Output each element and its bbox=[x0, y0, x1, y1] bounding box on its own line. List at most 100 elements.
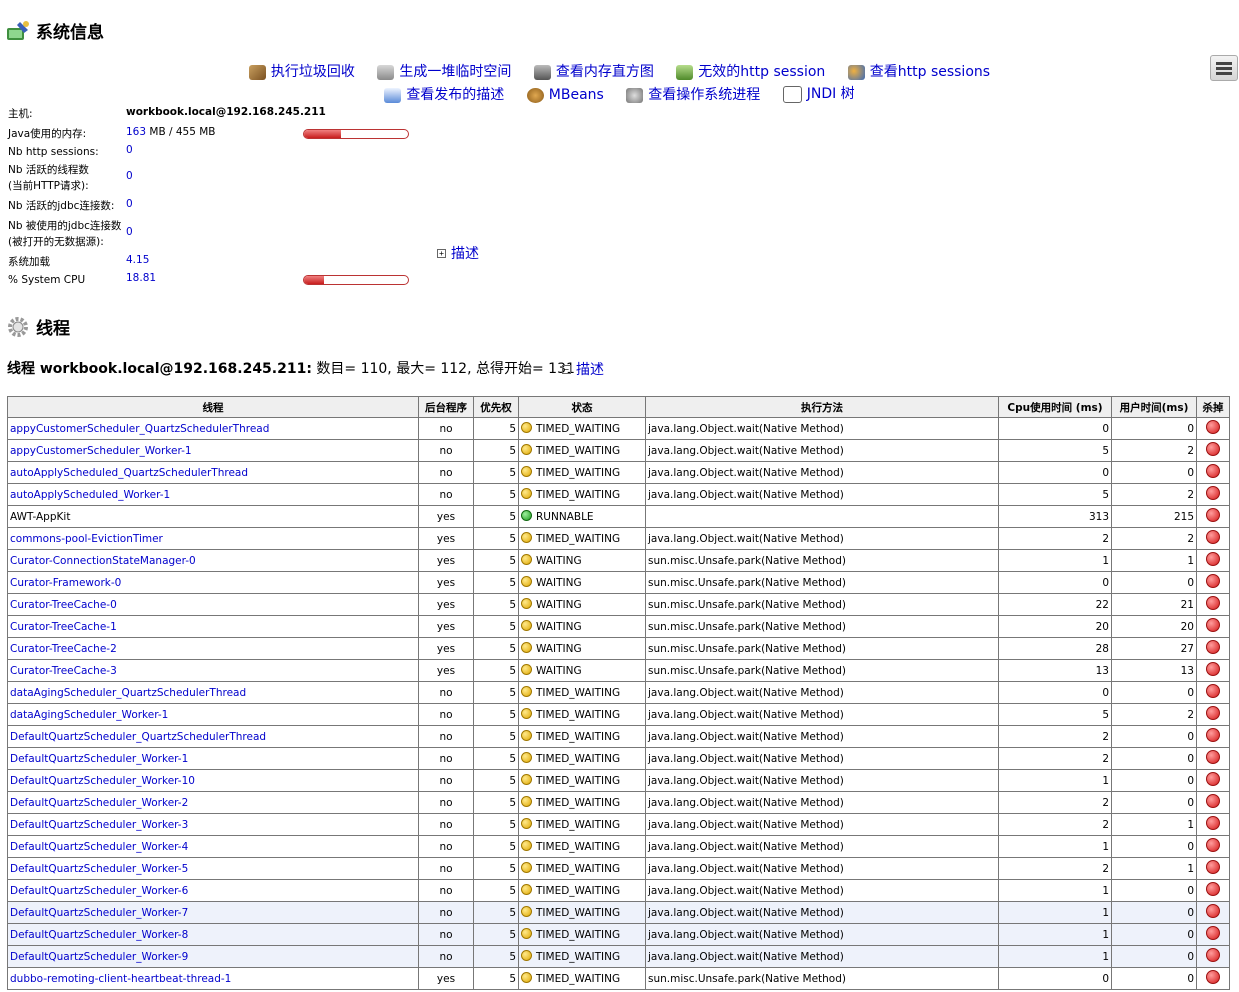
os-processes-link[interactable]: 查看操作系统进程 bbox=[626, 84, 760, 106]
thread-name[interactable]: appyCustomerScheduler_QuartzSchedulerThr… bbox=[10, 423, 269, 435]
threads-describe-toggle[interactable]: − 描述 bbox=[562, 359, 604, 379]
active-threads-value[interactable]: 0 bbox=[126, 170, 133, 182]
kill-thread-icon[interactable] bbox=[1206, 816, 1220, 830]
col-state[interactable]: 状态 bbox=[518, 396, 646, 418]
kill-cell bbox=[1196, 527, 1230, 550]
thread-name[interactable]: DefaultQuartzScheduler_Worker-3 bbox=[10, 819, 188, 831]
kill-thread-icon[interactable] bbox=[1206, 706, 1220, 720]
kill-thread-icon[interactable] bbox=[1206, 882, 1220, 896]
thread-name[interactable]: DefaultQuartzScheduler_Worker-9 bbox=[10, 951, 188, 963]
daemon-cell: yes bbox=[418, 967, 474, 990]
col-method[interactable]: 执行方法 bbox=[645, 396, 999, 418]
thread-name[interactable]: dataAgingScheduler_QuartzSchedulerThread bbox=[10, 687, 246, 699]
thread-name[interactable]: DefaultQuartzScheduler_Worker-7 bbox=[10, 907, 188, 919]
col-priority[interactable]: 优先权 bbox=[473, 396, 519, 418]
thread-name[interactable]: commons-pool-EvictionTimer bbox=[10, 533, 163, 545]
load-value[interactable]: 4.15 bbox=[126, 254, 149, 266]
state-label: TIMED_WAITING bbox=[536, 907, 621, 919]
memory-used-link[interactable]: 163 bbox=[126, 126, 146, 138]
gc-link[interactable]: 执行垃圾回收 bbox=[248, 61, 355, 83]
thread-name[interactable]: Curator-TreeCache-1 bbox=[10, 621, 117, 633]
col-thread[interactable]: 线程 bbox=[7, 396, 419, 418]
kill-thread-icon[interactable] bbox=[1206, 486, 1220, 500]
state-cell: TIMED_WAITING bbox=[518, 461, 646, 484]
thread-name[interactable]: Curator-TreeCache-2 bbox=[10, 643, 117, 655]
kill-thread-icon[interactable] bbox=[1206, 926, 1220, 940]
kill-thread-icon[interactable] bbox=[1206, 662, 1220, 676]
priority-cell: 5 bbox=[473, 461, 519, 484]
kill-thread-icon[interactable] bbox=[1206, 552, 1220, 566]
heap-dump-link[interactable]: 生成一堆临时空间 bbox=[377, 61, 511, 83]
kill-thread-icon[interactable] bbox=[1206, 618, 1220, 632]
memory-histogram-link[interactable]: 查看内存直方图 bbox=[533, 61, 654, 83]
kill-thread-icon[interactable] bbox=[1206, 860, 1220, 874]
method-cell: sun.misc.Unsafe.park(Native Method) bbox=[645, 615, 999, 638]
kill-thread-icon[interactable] bbox=[1206, 420, 1220, 434]
thread-name[interactable]: DefaultQuartzScheduler_Worker-8 bbox=[10, 929, 188, 941]
thread-name[interactable]: DefaultQuartzScheduler_Worker-4 bbox=[10, 841, 188, 853]
thread-name[interactable]: DefaultQuartzScheduler_Worker-6 bbox=[10, 885, 188, 897]
priority-cell: 5 bbox=[473, 879, 519, 902]
thread-name[interactable]: Curator-TreeCache-0 bbox=[10, 599, 117, 611]
state-label: RUNNABLE bbox=[536, 511, 594, 523]
thread-name-cell: Curator-TreeCache-2 bbox=[7, 637, 419, 660]
thread-name[interactable]: autoApplyScheduled_Worker-1 bbox=[10, 489, 170, 501]
thread-name[interactable]: DefaultQuartzScheduler_Worker-1 bbox=[10, 753, 188, 765]
kill-thread-icon[interactable] bbox=[1206, 970, 1220, 984]
state-cell: TIMED_WAITING bbox=[518, 945, 646, 968]
kill-cell bbox=[1196, 725, 1230, 748]
cpu-value[interactable]: 18.81 bbox=[126, 272, 156, 284]
thread-name[interactable]: autoApplyScheduled_QuartzSchedulerThread bbox=[10, 467, 248, 479]
thread-name[interactable]: DefaultQuartzScheduler_Worker-2 bbox=[10, 797, 188, 809]
kill-thread-icon[interactable] bbox=[1206, 640, 1220, 654]
col-daemon[interactable]: 后台程序 bbox=[418, 396, 474, 418]
gear-icon bbox=[6, 315, 30, 339]
kill-thread-icon[interactable] bbox=[1206, 794, 1220, 808]
system-describe-toggle[interactable]: + 描述 bbox=[437, 243, 479, 263]
kill-thread-icon[interactable] bbox=[1206, 948, 1220, 962]
kill-thread-icon[interactable] bbox=[1206, 530, 1220, 544]
kill-thread-icon[interactable] bbox=[1206, 684, 1220, 698]
thread-name[interactable]: Curator-TreeCache-3 bbox=[10, 665, 117, 677]
used-jdbc-value[interactable]: 0 bbox=[126, 226, 133, 238]
thread-name[interactable]: dataAgingScheduler_Worker-1 bbox=[10, 709, 168, 721]
mbeans-link[interactable]: MBeans bbox=[526, 84, 604, 106]
kill-thread-icon[interactable] bbox=[1206, 574, 1220, 588]
priority-cell: 5 bbox=[473, 637, 519, 660]
thread-name[interactable]: DefaultQuartzScheduler_QuartzSchedulerTh… bbox=[10, 731, 266, 743]
state-icon bbox=[521, 488, 532, 499]
thread-name[interactable]: DefaultQuartzScheduler_Worker-10 bbox=[10, 775, 195, 787]
kill-thread-icon[interactable] bbox=[1206, 750, 1220, 764]
daemon-cell: no bbox=[418, 945, 474, 968]
kill-thread-icon[interactable] bbox=[1206, 728, 1220, 742]
active-jdbc-value[interactable]: 0 bbox=[126, 198, 133, 210]
thread-name[interactable]: Curator-Framework-0 bbox=[10, 577, 121, 589]
kill-thread-icon[interactable] bbox=[1206, 904, 1220, 918]
col-kill[interactable]: 杀掉 bbox=[1196, 396, 1230, 418]
kill-thread-icon[interactable] bbox=[1206, 442, 1220, 456]
thread-name-cell: Curator-TreeCache-3 bbox=[7, 659, 419, 682]
sessions-value[interactable]: 0 bbox=[126, 144, 133, 156]
view-sessions-link[interactable]: 查看http sessions bbox=[847, 61, 990, 83]
state-cell: TIMED_WAITING bbox=[518, 835, 646, 858]
col-user-time[interactable]: 用户时间(ms) bbox=[1111, 396, 1197, 418]
table-row: Curator-ConnectionStateManager-0 yes 5 WAIT… bbox=[7, 549, 1230, 572]
deployment-descriptor-link[interactable]: 查看发布的描述 bbox=[384, 84, 504, 106]
state-icon bbox=[521, 906, 532, 917]
thread-name[interactable]: dubbo-remoting-client-heartbeat-thread-1 bbox=[10, 973, 231, 985]
user-time-cell: 0 bbox=[1111, 879, 1197, 902]
jndi-tree-link[interactable]: JNDI 树 bbox=[782, 83, 855, 105]
thread-name[interactable]: appyCustomerScheduler_Worker-1 bbox=[10, 445, 192, 457]
kill-thread-icon[interactable] bbox=[1206, 464, 1220, 478]
kill-thread-icon[interactable] bbox=[1206, 772, 1220, 786]
kill-thread-icon[interactable] bbox=[1206, 596, 1220, 610]
thread-name[interactable]: Curator-ConnectionStateManager-0 bbox=[10, 555, 196, 567]
col-cpu-time[interactable]: Cpu使用时间 (ms) bbox=[998, 396, 1112, 418]
thread-name[interactable]: DefaultQuartzScheduler_Worker-5 bbox=[10, 863, 188, 875]
thread-name-cell: dataAgingScheduler_Worker-1 bbox=[7, 703, 419, 726]
invalidate-sessions-link[interactable]: 无效的http session bbox=[676, 61, 825, 83]
cpu-usage-fill bbox=[304, 276, 324, 284]
users-icon bbox=[847, 64, 865, 80]
kill-thread-icon[interactable] bbox=[1206, 508, 1220, 522]
kill-thread-icon[interactable] bbox=[1206, 838, 1220, 852]
